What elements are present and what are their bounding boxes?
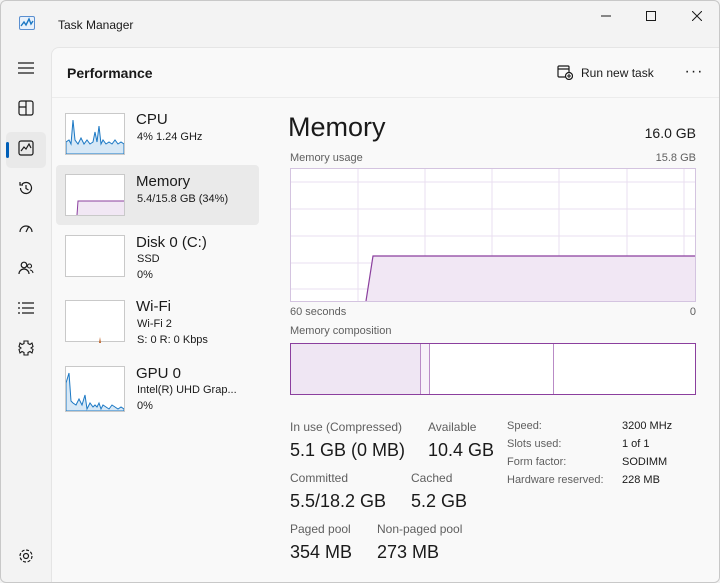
device-name: Disk 0 (C:) — [136, 234, 207, 251]
nav-services[interactable] — [6, 332, 46, 368]
in-use-value: 5.1 GB (0 MB) — [290, 440, 406, 460]
non-paged-pool-value: 273 MB — [377, 542, 440, 562]
form-factor-value: SODIMM — [622, 456, 668, 468]
paged-pool-value: 354 MB — [290, 542, 353, 562]
speed-value: 3200 MHz — [622, 420, 673, 432]
settings-icon — [18, 548, 34, 569]
task-manager-window: Task Manager Performance Run new task ··… — [0, 0, 720, 583]
hamburger-menu-icon — [18, 61, 34, 80]
close-button[interactable] — [674, 1, 719, 33]
memory-thumbnail-graph — [65, 174, 125, 216]
navigation-rail — [1, 47, 51, 582]
processes-icon — [18, 99, 34, 121]
run-new-task-label: Run new task — [581, 66, 654, 80]
disk-thumbnail-graph — [65, 235, 125, 277]
close-icon — [691, 8, 703, 26]
hardware-reserved-value: 228 MB — [622, 474, 660, 486]
cpu-thumbnail-graph — [65, 113, 125, 155]
device-name: Memory — [136, 173, 191, 190]
memory-total: 16.0 GB — [644, 125, 696, 141]
app-history-icon — [18, 180, 34, 201]
device-detail: 5.4/15.8 GB (34%) — [137, 193, 229, 205]
slots-used-value: 1 of 1 — [622, 438, 650, 450]
gpu-thumbnail-graph — [65, 366, 125, 412]
in-use-label: In use (Compressed) — [290, 420, 403, 434]
nav-app-history[interactable] — [6, 172, 46, 208]
device-detail-2: 0% — [137, 269, 153, 281]
committed-label: Committed — [290, 471, 349, 485]
cached-value: 5.2 GB — [411, 491, 468, 511]
header-divider — [52, 97, 719, 98]
memory-heading: Memory — [288, 112, 386, 142]
memory-composition-label: Memory composition — [290, 325, 392, 337]
more-options-button[interactable]: ··· — [682, 60, 706, 84]
window-title: Task Manager — [58, 18, 134, 32]
active-indicator — [6, 142, 9, 158]
nav-settings[interactable] — [6, 540, 46, 576]
maximize-icon — [646, 8, 656, 26]
minimize-button[interactable] — [583, 1, 629, 33]
performance-icon — [18, 139, 34, 161]
hardware-reserved-label: Hardware reserved: — [507, 474, 604, 486]
title-bar[interactable]: Task Manager — [1, 1, 719, 47]
form-factor-label: Form factor: — [507, 456, 567, 468]
paged-pool-label: Paged pool — [290, 522, 351, 536]
memory-composition-bar — [290, 343, 696, 395]
cached-label: Cached — [411, 471, 453, 485]
run-new-task-button[interactable]: Run new task — [557, 62, 654, 84]
composition-standby — [430, 344, 554, 394]
page-title: Performance — [67, 65, 153, 81]
device-name: GPU 0 — [136, 365, 182, 382]
composition-in-use — [291, 344, 421, 394]
composition-modified — [421, 344, 430, 394]
slots-used-label: Slots used: — [507, 438, 562, 450]
content-panel: Performance Run new task ··· CPU 4% 1.24… — [51, 47, 719, 582]
non-paged-pool-label: Non-paged pool — [377, 522, 463, 536]
services-icon — [18, 339, 34, 361]
startup-apps-icon — [18, 220, 34, 241]
minimize-icon — [601, 8, 611, 26]
nav-menu-button[interactable] — [6, 52, 46, 88]
details-icon — [18, 301, 34, 320]
wifi-thumbnail-graph — [65, 300, 125, 343]
device-memory[interactable]: Memory 5.4/15.8 GB (34%) — [56, 165, 259, 225]
graph-time-right: 0 — [689, 306, 696, 318]
nav-performance[interactable] — [6, 132, 46, 168]
device-detail: Intel(R) UHD Grap... — [137, 384, 237, 396]
device-disk[interactable]: Disk 0 (C:) SSD 0% — [56, 231, 259, 291]
device-wifi[interactable]: Wi-Fi Wi-Fi 2 S: 0 R: 0 Kbps — [56, 296, 259, 356]
run-task-icon — [557, 64, 574, 83]
available-label: Available — [428, 420, 477, 434]
device-name: Wi-Fi — [136, 298, 171, 315]
device-detail-2: 0% — [137, 400, 153, 412]
task-manager-icon — [19, 16, 35, 30]
device-detail-2: S: 0 R: 0 Kbps — [137, 334, 208, 346]
more-icon: ··· — [684, 63, 704, 80]
speed-label: Speed: — [507, 420, 542, 432]
composition-free — [555, 344, 695, 394]
committed-value: 5.5/18.2 GB — [290, 491, 387, 511]
nav-startup-apps[interactable] — [6, 212, 46, 248]
device-detail: SSD — [137, 253, 160, 265]
maximize-button[interactable] — [628, 1, 674, 33]
memory-usage-max: 15.8 GB — [655, 152, 696, 164]
users-icon — [18, 260, 34, 281]
nav-details[interactable] — [6, 292, 46, 328]
device-detail: 4% 1.24 GHz — [137, 131, 203, 143]
memory-usage-label: Memory usage — [290, 152, 363, 164]
available-value: 10.4 GB — [428, 440, 495, 460]
device-name: CPU — [136, 111, 168, 128]
graph-time-left: 60 seconds — [290, 306, 347, 318]
device-cpu[interactable]: CPU 4% 1.24 GHz — [56, 109, 259, 169]
device-gpu[interactable]: GPU 0 Intel(R) UHD Grap... 0% — [56, 362, 259, 422]
memory-usage-graph — [290, 168, 696, 302]
device-detail: Wi-Fi 2 — [137, 318, 172, 330]
nav-processes[interactable] — [6, 92, 46, 128]
nav-users[interactable] — [6, 252, 46, 288]
